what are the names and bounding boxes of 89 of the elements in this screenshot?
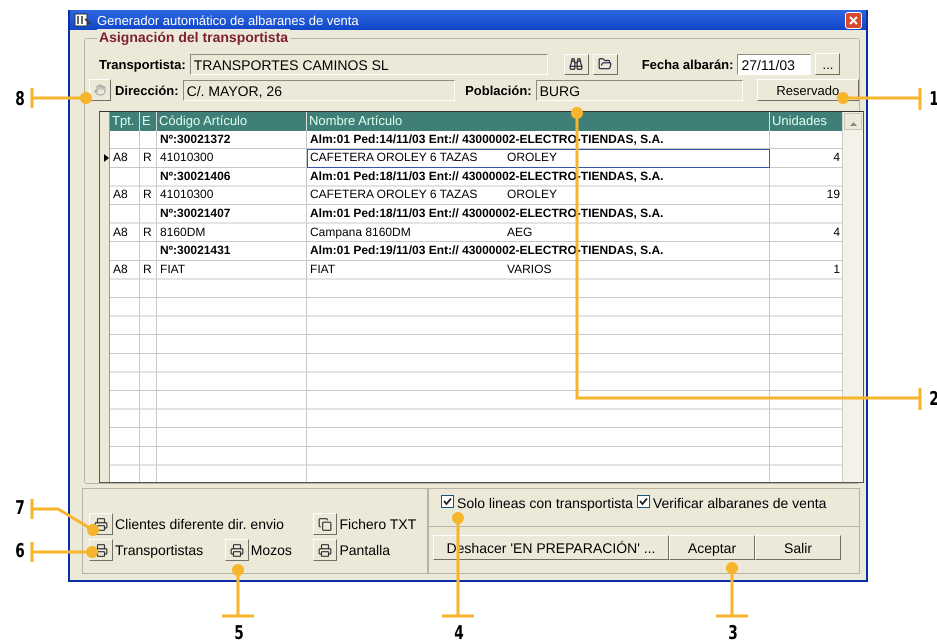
leader-line	[30, 540, 98, 564]
checkbox[interactable]	[441, 495, 454, 508]
check-icon	[638, 497, 648, 506]
input-field[interactable]: TRANSPORTES CAMINOS SL	[190, 54, 548, 74]
table-cell-text: Campana 8160DM	[310, 224, 411, 241]
callout-number: 4	[454, 622, 464, 644]
table-cell-text: R	[142, 186, 153, 204]
table-cell-text: FIAT	[159, 260, 186, 278]
column-header[interactable]: E	[140, 112, 157, 131]
button-label: Transportistas	[115, 542, 204, 558]
input-field[interactable]: BURG	[536, 80, 743, 100]
printer-icon	[230, 542, 244, 558]
table-cell-text: FIAT	[310, 260, 336, 278]
field-label: Fecha albarán:	[642, 56, 734, 72]
binoculars-icon	[569, 57, 584, 71]
table-cell: VARIOS	[507, 260, 552, 278]
checkbox-label: Verificar albaranes de venta	[652, 495, 826, 511]
open-button[interactable]	[592, 54, 618, 74]
app-icon	[74, 13, 92, 27]
button-label: Clientes diferente dir. envio	[115, 516, 284, 532]
printer-icon	[94, 516, 108, 532]
callout-number: 3	[728, 622, 738, 644]
table-cell-text: A8	[112, 186, 129, 204]
table-cell-text: 8160DM	[159, 224, 206, 241]
exit-button[interactable]: Salir	[755, 535, 841, 560]
table-cell-text: CAFETERA OROLEY 6 TAZAS	[310, 149, 478, 166]
hand-icon	[94, 83, 106, 97]
scroll-up-button[interactable]	[844, 113, 862, 130]
field-label: Dirección:	[115, 82, 179, 98]
table-cell-text: 41010300	[159, 186, 214, 204]
close-icon	[849, 16, 858, 24]
window-title: Generador automático de albaranes de venta	[97, 12, 360, 28]
table-cell-text: Nº:30021407	[159, 204, 232, 222]
table-cell-text: Nº:30021406	[159, 168, 232, 185]
column-header[interactable]: Código Artículo	[157, 112, 307, 131]
search-button[interactable]	[564, 54, 589, 74]
table-cell-text: 19	[826, 186, 841, 204]
callout-number: 5	[234, 622, 244, 644]
accept-button[interactable]: Aceptar	[669, 535, 755, 560]
leader-line	[714, 562, 750, 618]
printer-icon	[94, 542, 108, 558]
callout-number: 7	[15, 497, 25, 519]
leader-line	[30, 86, 92, 110]
table-cell-text: 4	[832, 224, 841, 241]
checkbox-label: Solo lineas con transportista	[457, 495, 633, 511]
table-cell-text: R	[142, 149, 153, 166]
callout-number: 6	[15, 540, 25, 562]
callout-number: 8	[15, 88, 25, 110]
folder-icon	[598, 57, 612, 71]
up-arrow-icon	[850, 122, 856, 126]
table-cell-text: R	[142, 224, 153, 241]
close-button[interactable]	[845, 12, 862, 28]
table-cell-text: R	[142, 260, 153, 278]
button-label: Mozos	[250, 542, 292, 558]
reserved-button[interactable]: Reservado	[756, 79, 859, 101]
scrollbar[interactable]	[842, 112, 863, 482]
selected-cell[interactable]: CAFETERA OROLEY 6 TAZAS OROLEY	[307, 149, 770, 168]
table-cell-text: Nº:30021431	[159, 242, 232, 260]
group-title: Asignación del transportista	[97, 29, 290, 45]
button-label: Fichero TXT	[339, 516, 416, 532]
date-field[interactable]: 27/11/03	[737, 54, 812, 74]
table-cell-text: 41010300	[159, 149, 214, 166]
table-cell-text: 4	[832, 149, 841, 166]
button-label: Pantalla	[339, 542, 390, 558]
field-label: Transportista:	[99, 56, 186, 72]
column-header[interactable]: Tpt.	[110, 112, 140, 131]
printer-icon	[318, 542, 332, 558]
table-cell-text: A8	[112, 149, 129, 166]
input-field[interactable]: C/. MAYOR, 26	[182, 80, 456, 100]
table-cell-text: CAFETERA OROLEY 6 TAZAS	[310, 186, 478, 204]
table-cell-text: Nº:30021372	[159, 130, 232, 148]
column-header[interactable]: Nombre Artículo	[307, 112, 770, 131]
table-cell-text: A8	[112, 260, 129, 278]
table-cell: AEG	[507, 224, 532, 241]
table-cell: OROLEY	[507, 186, 558, 204]
leader-line	[30, 498, 99, 536]
address-button[interactable]	[89, 79, 111, 101]
callout-number: 2	[929, 388, 937, 410]
date-picker-button[interactable]: ...	[815, 53, 840, 75]
leader-line	[220, 564, 256, 618]
table-cell-text: 1	[832, 260, 841, 278]
table-cell: OROLEY	[507, 149, 558, 166]
column-header[interactable]: Unidades	[770, 112, 842, 131]
check-icon	[443, 497, 452, 506]
checkbox[interactable]	[636, 495, 650, 508]
table-cell-text: A8	[112, 224, 129, 241]
row-pointer-icon	[104, 154, 109, 162]
field-label: Población:	[465, 82, 532, 98]
document-icon	[318, 516, 332, 532]
